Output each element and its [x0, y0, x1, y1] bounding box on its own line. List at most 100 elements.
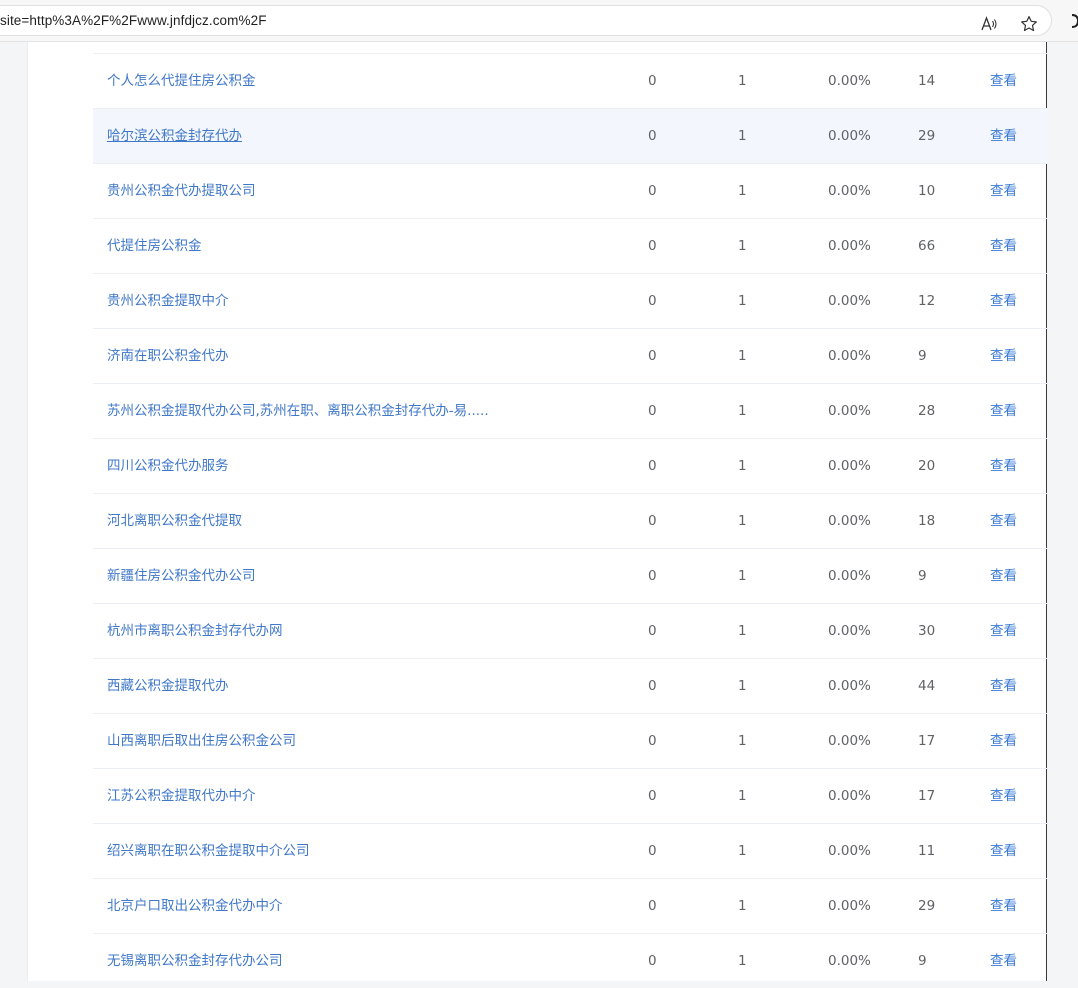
main-content: 个人怎么代提住房公积金 0 1 0.00% 14 查看 哈尔滨公积金封存代办 0 1 0.00% 2… [27, 42, 1048, 981]
extension-icon[interactable] [1068, 12, 1078, 30]
view-link[interactable]: 查看 [990, 384, 1017, 438]
cell-value-b: 1 [738, 623, 747, 639]
cell-count: 66 [918, 238, 936, 254]
cell-value-a: 0 [648, 403, 657, 419]
cell-count: 12 [918, 293, 936, 309]
cell-value-a: 0 [648, 843, 657, 859]
cell-value-a: 0 [648, 293, 657, 309]
keyword-link[interactable]: 绍兴离职在职公积金提取中介公司 [107, 824, 310, 878]
star-icon[interactable] [1019, 14, 1039, 34]
view-link[interactable]: 查看 [990, 274, 1017, 328]
keyword-link[interactable]: 北京户口取出公积金代办中介 [107, 879, 283, 933]
keyword-link[interactable]: 济南在职公积金代办 [107, 329, 229, 383]
table-row: 贵州公积金代办提取公司 0 1 0.00% 10 查看 [93, 163, 1048, 218]
cell-value-b: 1 [738, 458, 747, 474]
cell-count: 17 [918, 788, 936, 804]
view-link[interactable]: 查看 [990, 54, 1017, 108]
cell-value-a: 0 [648, 513, 657, 529]
table-row: 无锡离职公积金封存代办公司 0 1 0.00% 9 查看 [93, 933, 1048, 988]
keyword-link[interactable]: 苏州公积金提取代办公司,苏州在职、离职公积金封存代办-易..... [107, 384, 489, 438]
keyword-link[interactable]: 江苏公积金提取代办中介 [107, 769, 256, 823]
cell-value-a: 0 [648, 458, 657, 474]
keyword-link[interactable]: 个人怎么代提住房公积金 [107, 54, 256, 108]
cell-value-b: 1 [738, 238, 747, 254]
cell-count: 28 [918, 403, 936, 419]
read-aloud-icon[interactable] [979, 14, 999, 34]
cell-value-b: 1 [738, 348, 747, 364]
cell-rate: 0.00% [828, 348, 871, 364]
cell-value-a: 0 [648, 623, 657, 639]
keyword-link[interactable]: 无锡离职公积金封存代办公司 [107, 934, 283, 988]
cell-rate: 0.00% [828, 623, 871, 639]
table-row: 贵州公积金提取中介 0 1 0.00% 12 查看 [93, 273, 1048, 328]
table-row: 哈尔滨公积金封存代办 0 1 0.00% 29 查看 [93, 108, 1048, 163]
table-row: 山西离职后取出住房公积金公司 0 1 0.00% 17 查看 [93, 713, 1048, 768]
cell-count: 9 [918, 953, 927, 969]
keyword-link[interactable]: 杭州市离职公积金封存代办网 [107, 604, 283, 658]
view-link[interactable]: 查看 [990, 879, 1017, 933]
view-link[interactable]: 查看 [990, 549, 1017, 603]
keyword-link[interactable]: 河北离职公积金代提取 [107, 494, 242, 548]
cell-value-a: 0 [648, 733, 657, 749]
view-link[interactable]: 查看 [990, 824, 1017, 878]
view-link[interactable]: 查看 [990, 164, 1017, 218]
keyword-link[interactable]: 代提住房公积金 [107, 219, 202, 273]
browser-toolbar: site=http%3A%2F%2Fwww.jnfdjcz.com%2F [0, 0, 1078, 42]
cell-rate: 0.00% [828, 183, 871, 199]
table-row: 北京户口取出公积金代办中介 0 1 0.00% 29 查看 [93, 878, 1048, 933]
view-link[interactable]: 查看 [990, 329, 1017, 383]
cell-rate: 0.00% [828, 238, 871, 254]
cell-rate: 0.00% [828, 403, 871, 419]
cell-value-b: 1 [738, 403, 747, 419]
cell-value-b: 1 [738, 568, 747, 584]
cell-count: 14 [918, 73, 936, 89]
keyword-table: 个人怎么代提住房公积金 0 1 0.00% 14 查看 哈尔滨公积金封存代办 0 1 0.00% 2… [93, 53, 1048, 988]
view-link[interactable]: 查看 [990, 219, 1017, 273]
keyword-link[interactable]: 山西离职后取出住房公积金公司 [107, 714, 296, 768]
cell-count: 44 [918, 678, 936, 694]
keyword-link[interactable]: 西藏公积金提取代办 [107, 659, 229, 713]
table-row: 新疆住房公积金代办公司 0 1 0.00% 9 查看 [93, 548, 1048, 603]
cell-value-b: 1 [738, 293, 747, 309]
cell-rate: 0.00% [828, 953, 871, 969]
cell-value-a: 0 [648, 568, 657, 584]
cell-value-a: 0 [648, 73, 657, 89]
cell-value-b: 1 [738, 898, 747, 914]
cell-rate: 0.00% [828, 293, 871, 309]
table-row: 河北离职公积金代提取 0 1 0.00% 18 查看 [93, 493, 1048, 548]
cell-count: 18 [918, 513, 936, 529]
cell-count: 11 [918, 843, 936, 859]
view-link[interactable]: 查看 [990, 604, 1017, 658]
cell-rate: 0.00% [828, 898, 871, 914]
cell-value-b: 1 [738, 73, 747, 89]
cell-value-a: 0 [648, 788, 657, 804]
view-link[interactable]: 查看 [990, 714, 1017, 768]
table-row: 绍兴离职在职公积金提取中介公司 0 1 0.00% 11 查看 [93, 823, 1048, 878]
address-bar[interactable]: site=http%3A%2F%2Fwww.jnfdjcz.com%2F [0, 5, 1052, 36]
keyword-link[interactable]: 哈尔滨公积金封存代办 [107, 109, 242, 163]
cell-value-a: 0 [648, 128, 657, 144]
cell-count: 9 [918, 348, 927, 364]
cell-count: 17 [918, 733, 936, 749]
cell-rate: 0.00% [828, 128, 871, 144]
cell-value-a: 0 [648, 678, 657, 694]
cell-value-b: 1 [738, 843, 747, 859]
view-link[interactable]: 查看 [990, 769, 1017, 823]
cell-value-a: 0 [648, 183, 657, 199]
table-row: 代提住房公积金 0 1 0.00% 66 查看 [93, 218, 1048, 273]
view-link[interactable]: 查看 [990, 439, 1017, 493]
cell-value-a: 0 [648, 348, 657, 364]
view-link[interactable]: 查看 [990, 659, 1017, 713]
cell-rate: 0.00% [828, 513, 871, 529]
keyword-link[interactable]: 新疆住房公积金代办公司 [107, 549, 256, 603]
view-link[interactable]: 查看 [990, 934, 1017, 988]
cell-value-b: 1 [738, 183, 747, 199]
keyword-link[interactable]: 贵州公积金代办提取公司 [107, 164, 256, 218]
url-text[interactable]: site=http%3A%2F%2Fwww.jnfdjcz.com%2F [0, 13, 267, 28]
cell-value-b: 1 [738, 953, 747, 969]
keyword-link[interactable]: 贵州公积金提取中介 [107, 274, 229, 328]
view-link[interactable]: 查看 [990, 494, 1017, 548]
cell-value-b: 1 [738, 513, 747, 529]
view-link[interactable]: 查看 [990, 109, 1017, 163]
keyword-link[interactable]: 四川公积金代办服务 [107, 439, 229, 493]
